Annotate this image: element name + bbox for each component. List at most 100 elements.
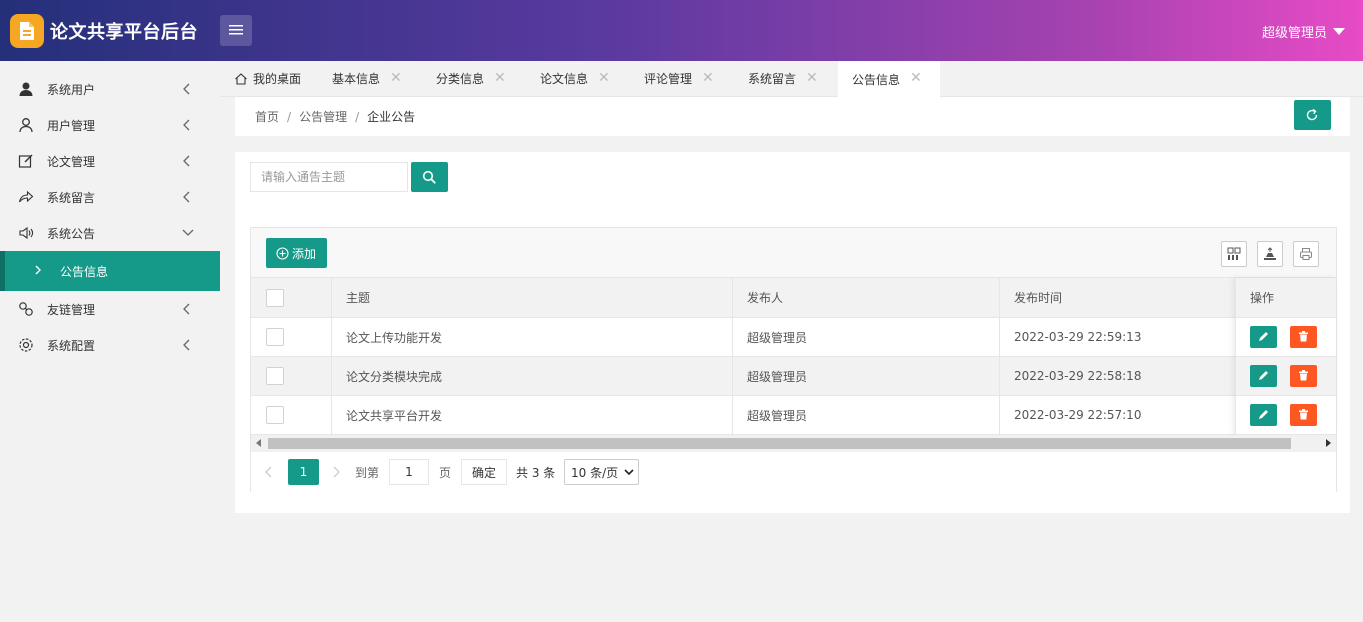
sidebar-item-user-manage[interactable]: 用户管理 <box>0 107 220 143</box>
cell-time: 2022-03-29 22:57:10 <box>1014 408 1142 422</box>
row-checkbox[interactable] <box>266 357 284 395</box>
tab-basic-info[interactable]: 基本信息 ✕ <box>332 61 436 96</box>
app-title: 论文共享平台后台 <box>50 22 198 43</box>
tab-label: 论文信息 <box>540 72 589 86</box>
chevron-left-icon <box>183 83 190 95</box>
scroll-thumb[interactable] <box>268 438 1291 449</box>
column-header-title: 主题 <box>346 291 371 305</box>
close-icon[interactable]: ✕ <box>702 70 714 86</box>
main-panel: 请输入通告主题 添加 主题 发布人 发布时间 操作 论文上传功能开发 超级管理员… <box>235 152 1350 513</box>
horizontal-scrollbar[interactable] <box>251 435 1336 452</box>
chevron-left-icon <box>183 191 190 203</box>
close-icon[interactable]: ✕ <box>390 70 402 86</box>
columns-icon <box>1227 247 1241 260</box>
sidebar-item-label: 系统公告 <box>47 227 96 241</box>
table-row[interactable]: 论文分类模块完成 超级管理员 2022-03-29 22:58:18 <box>251 357 1336 396</box>
cell-time: 2022-03-29 22:59:13 <box>1014 330 1142 344</box>
tab-label: 公告信息 <box>852 73 901 87</box>
cell-title: 论文上传功能开发 <box>346 330 443 345</box>
chevron-left-icon <box>183 155 190 167</box>
close-icon[interactable]: ✕ <box>598 70 610 86</box>
close-icon[interactable]: ✕ <box>910 70 922 86</box>
goto-confirm-button[interactable]: 确定 <box>461 459 507 485</box>
chevron-down-icon <box>624 469 634 476</box>
breadcrumb-home[interactable]: 首页 <box>255 110 279 124</box>
add-button-label: 添加 <box>292 246 317 261</box>
page-current[interactable]: 1 <box>288 459 319 485</box>
table-row[interactable]: 论文共享平台开发 超级管理员 2022-03-29 22:57:10 <box>251 396 1336 435</box>
prev-page-button[interactable] <box>265 459 273 485</box>
sidebar-subitem-label: 公告信息 <box>60 265 109 279</box>
row-checkbox[interactable] <box>266 396 284 434</box>
search-button[interactable] <box>411 162 448 192</box>
home-icon <box>235 72 247 85</box>
tab-label: 分类信息 <box>436 72 485 86</box>
columns-filter-button[interactable] <box>1221 241 1247 267</box>
chevron-left-icon <box>183 339 190 351</box>
sidebar-item-label: 论文管理 <box>47 155 96 169</box>
sidebar-item-messages[interactable]: 系统留言 <box>0 179 220 215</box>
sidebar-subitem-announcement-info[interactable]: 公告信息 <box>0 251 220 291</box>
breadcrumb: 首页 / 公告管理 / 企业公告 <box>255 110 416 124</box>
sidebar-item-label: 友链管理 <box>47 303 96 317</box>
person-outline-icon <box>19 118 33 133</box>
chevron-right-icon <box>333 466 340 478</box>
menu-toggle-button[interactable] <box>220 15 252 46</box>
tab-messages[interactable]: 系统留言 ✕ <box>748 61 852 96</box>
table-header: 主题 发布人 发布时间 操作 <box>251 278 1336 318</box>
refresh-icon <box>1306 108 1318 121</box>
person-filled-icon <box>19 82 33 96</box>
sidebar-item-label: 系统配置 <box>47 339 96 353</box>
data-table: 添加 主题 发布人 发布时间 操作 论文上传功能开发 超级管理员 2022-03… <box>250 227 1337 492</box>
close-icon[interactable]: ✕ <box>806 70 818 86</box>
sidebar-item-announcements[interactable]: 系统公告 <box>0 215 220 251</box>
cell-time: 2022-03-29 22:58:18 <box>1014 369 1142 383</box>
search-input[interactable]: 请输入通告主题 <box>250 162 408 192</box>
sidebar-item-links[interactable]: 友链管理 <box>0 291 220 327</box>
user-name: 超级管理员 <box>1261 26 1327 41</box>
tab-announcement-info[interactable]: 公告信息 ✕ <box>838 61 940 98</box>
table-row[interactable]: 论文上传功能开发 超级管理员 2022-03-29 22:59:13 <box>251 318 1336 357</box>
select-all-checkbox[interactable] <box>266 278 284 317</box>
active-indicator <box>0 251 5 291</box>
user-menu[interactable]: 超级管理员 <box>1262 22 1345 41</box>
chevron-left-icon <box>183 119 190 131</box>
cell-author: 超级管理员 <box>747 408 808 423</box>
next-page-button[interactable] <box>332 459 340 485</box>
scroll-right-icon[interactable] <box>1326 439 1331 447</box>
breadcrumb-section[interactable]: 公告管理 <box>299 110 347 124</box>
refresh-button[interactable] <box>1294 100 1331 130</box>
tab-category-info[interactable]: 分类信息 ✕ <box>436 61 540 96</box>
print-button[interactable] <box>1293 241 1319 267</box>
close-icon[interactable]: ✕ <box>494 70 506 86</box>
add-button[interactable]: 添加 <box>266 238 327 268</box>
tab-label: 基本信息 <box>332 72 381 86</box>
chevron-right-icon <box>35 265 41 275</box>
hamburger-icon <box>229 25 243 35</box>
export-button[interactable] <box>1257 241 1283 267</box>
sidebar-item-system-users[interactable]: 系统用户 <box>0 71 220 107</box>
goto-page-input[interactable]: 1 <box>389 459 429 485</box>
sidebar-item-paper-manage[interactable]: 论文管理 <box>0 143 220 179</box>
speaker-icon <box>19 226 34 240</box>
sidebar-item-settings[interactable]: 系统配置 <box>0 327 220 363</box>
page-size-select[interactable]: 10 条/页 <box>564 459 639 485</box>
row-checkbox[interactable] <box>266 318 284 356</box>
plus-circle-icon <box>276 246 289 260</box>
edit-square-icon <box>18 154 33 168</box>
tab-comments[interactable]: 评论管理 ✕ <box>644 61 748 96</box>
sidebar-item-label: 系统用户 <box>47 83 96 97</box>
page-size-value: 10 条/页 <box>571 465 619 480</box>
search-icon <box>422 170 436 184</box>
print-icon <box>1300 248 1312 260</box>
gear-icon <box>19 338 33 352</box>
cell-title: 论文共享平台开发 <box>346 408 443 423</box>
tab-label: 系统留言 <box>748 72 797 86</box>
table-toolbar: 添加 <box>251 228 1336 278</box>
app-logo-icon <box>10 14 44 48</box>
tab-my-desktop[interactable]: 我的桌面 <box>234 61 330 96</box>
scroll-left-icon[interactable] <box>256 439 261 447</box>
tab-label: 我的桌面 <box>253 72 302 86</box>
tab-paper-info[interactable]: 论文信息 ✕ <box>540 61 644 96</box>
chevron-down-icon <box>182 229 194 236</box>
